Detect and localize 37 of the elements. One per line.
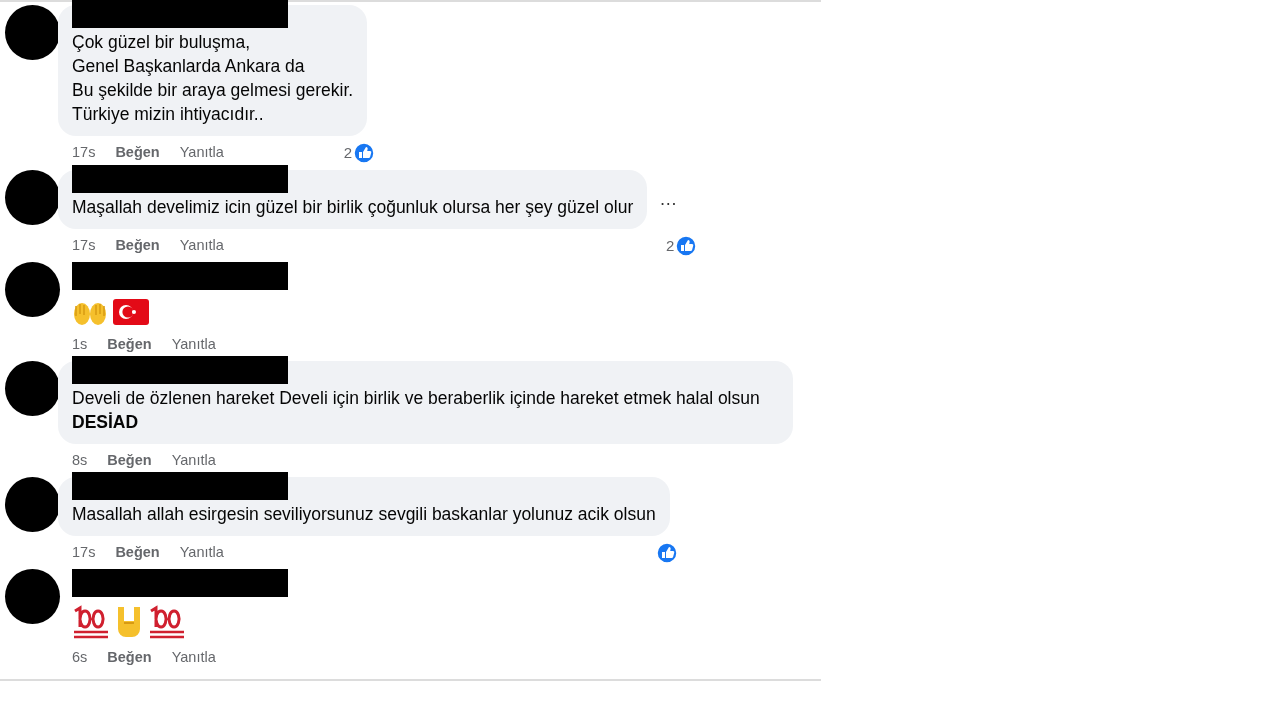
turkish-flag-icon [112,296,150,328]
avatar-circle [5,262,60,317]
comment-text: Genel Başkanlarda Ankara da [72,55,306,78]
like-link[interactable]: Beğen [107,334,152,356]
comment-time[interactable]: 6s [72,646,88,669]
comment-text: Bu şekilde bir araya gelmesi gerekir. [72,79,354,102]
reply-link[interactable]: Yanıtla [179,142,224,165]
reaction-count: 2 [665,235,675,256]
comment-text: Türkiye mizin ihtiyacıdır.. [72,103,265,126]
comment-time[interactable]: 17s [72,142,96,165]
reply-link[interactable]: Yanıtla [171,334,216,356]
more-options-button[interactable]: … [647,185,690,213]
comment-text: Maşallah develimiz icin güzel bir birlik çoğunluk olursa her şey güzel olur [72,195,634,219]
comment-time[interactable]: 1s [72,334,88,356]
comment-text: Çok güzel bir buluşma, [72,31,251,54]
like-link[interactable]: Beğen [107,449,152,472]
like-link[interactable]: Beğen [115,142,160,165]
hundred-points-icon [72,602,110,641]
like-link[interactable]: Beğen [115,234,160,257]
comment-text: Masallah allah esirgesin seviliyorsunuz sevgili baskanlar yolunuz acik olsun [72,502,656,526]
hundred-points-icon [148,602,186,641]
avatar-circle [5,5,60,60]
avatar-circle [5,568,60,624]
reply-link[interactable]: Yanıtla [171,646,216,669]
avatar-circle [5,169,60,225]
reply-link[interactable]: Yanıtla [179,234,224,257]
like-link[interactable]: Beğen [115,541,160,564]
reaction-count: 2 [343,143,353,163]
reply-link[interactable]: Yanıtla [171,449,216,472]
comment-time[interactable]: 8s [72,449,88,472]
comment-time[interactable]: 17s [72,541,96,564]
comment-time[interactable]: 17s [72,234,96,257]
comment-text: Develi de özlenen hareket Develi için birlik ve beraberlik içinde hareket etmek halal olsun DESİAD [72,386,761,434]
avatar-circle [5,476,60,532]
avatar-circle [5,360,60,416]
reply-link[interactable]: Yanıtla [179,541,224,564]
like-link[interactable]: Beğen [107,646,152,669]
